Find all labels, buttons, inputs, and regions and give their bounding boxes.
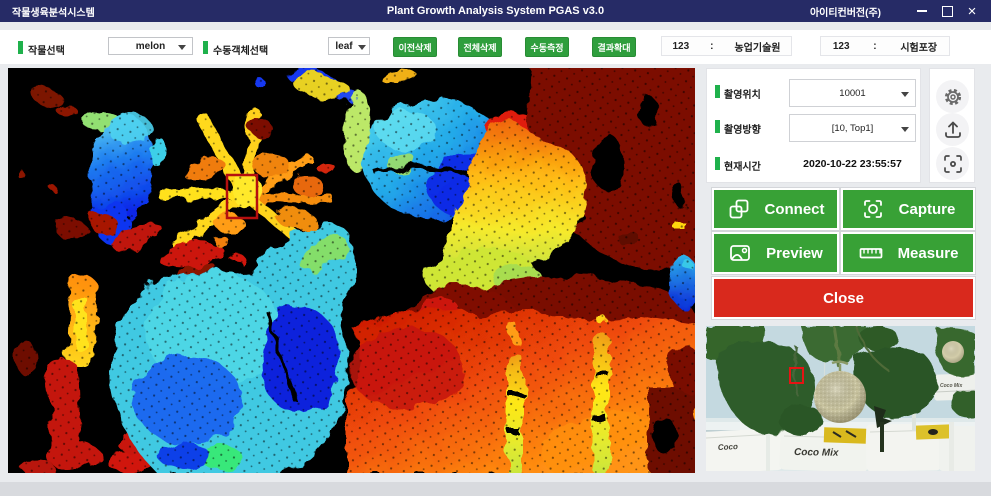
position-label: 촬영위치 [724, 86, 761, 101]
preview-label: Preview [766, 245, 823, 262]
upload-icon [942, 119, 964, 141]
bag-text-center: Coco Mix [794, 447, 839, 459]
titlebar: 작물생육분석시스템 Plant Growth Analysis System P… [0, 0, 991, 22]
focus-center-button[interactable] [936, 147, 969, 180]
upload-button[interactable] [936, 113, 969, 146]
site-code: 123 [833, 41, 850, 52]
maximize-button[interactable] [936, 0, 958, 22]
chevron-down-icon [358, 45, 366, 50]
delete-all-button[interactable]: 전체삭제 [458, 37, 502, 57]
position-dropdown[interactable]: 10001 [789, 79, 916, 107]
crop-select-dropdown[interactable]: melon [108, 37, 193, 55]
toolbar: 작물선택 melon 수동객체선택 leaf 이전삭제 전체삭제 수동측정 결과… [0, 30, 991, 64]
measure-button[interactable]: Measure [841, 232, 975, 274]
green-indicator [715, 85, 720, 98]
chevron-down-icon [178, 45, 186, 50]
connect-label: Connect [765, 201, 825, 218]
capture-settings-panel: 촬영위치 10001 촬영방향 [10, Top1] 현재시간 2020-10-… [706, 68, 921, 183]
direction-value: [10, Top1] [832, 123, 874, 134]
close-window-button[interactable]: × [961, 0, 983, 22]
bag-text-right: Coco Mix [940, 383, 962, 389]
connect-icon [727, 197, 751, 221]
delete-previous-button[interactable]: 이전삭제 [393, 37, 437, 57]
settings-button[interactable] [936, 80, 969, 113]
ruler-icon [858, 241, 884, 265]
measure-label: Measure [898, 245, 959, 262]
crop-select-value: melon [136, 41, 165, 52]
green-indicator [18, 41, 23, 54]
focus-center-icon [942, 153, 964, 175]
app-window: 작물생육분석시스템 Plant Growth Analysis System P… [0, 0, 991, 496]
manual-measure-button[interactable]: 수동측정 [525, 37, 569, 57]
site-separator: : [873, 41, 876, 52]
chevron-down-icon [901, 127, 909, 132]
close-label: Close [823, 290, 864, 307]
close-icon: × [968, 4, 977, 19]
gear-icon [942, 86, 964, 108]
connect-button[interactable]: Connect [712, 188, 839, 230]
object-select-value: leaf [335, 41, 352, 52]
green-indicator [203, 41, 208, 54]
capture-icon [861, 197, 885, 221]
capture-button[interactable]: Capture [841, 188, 975, 230]
site-code-box: 123 : 시험포장 [820, 36, 950, 56]
org-code: 123 [672, 41, 689, 52]
green-indicator [715, 120, 720, 133]
minimize-button[interactable] [911, 0, 933, 22]
object-select-label: 수동객체선택 [213, 42, 268, 57]
tool-icon-panel [929, 68, 975, 183]
maximize-icon [942, 6, 953, 17]
depth-map-image[interactable] [8, 68, 695, 473]
green-indicator [715, 157, 720, 170]
capture-label: Capture [899, 201, 956, 218]
object-select-dropdown[interactable]: leaf [328, 37, 370, 55]
time-label: 현재시간 [724, 158, 761, 173]
zoom-result-button[interactable]: 결과확대 [592, 37, 636, 57]
minimize-icon [917, 10, 927, 12]
preview-icon [728, 241, 752, 265]
crop-select-label: 작물선택 [28, 42, 65, 57]
bag-text-left: Coco [718, 442, 739, 452]
org-separator: : [710, 41, 713, 52]
org-name: 농업기술원 [734, 39, 780, 54]
chevron-down-icon [901, 92, 909, 97]
direction-dropdown[interactable]: [10, Top1] [789, 114, 916, 142]
preview-button[interactable]: Preview [712, 232, 839, 274]
position-value: 10001 [839, 88, 865, 99]
current-time-value: 2020-10-22 23:55:57 [789, 158, 916, 170]
direction-label: 촬영방향 [724, 121, 761, 136]
org-code-box: 123 : 농업기술원 [661, 36, 792, 56]
company-name: 아이티컨버전(주) [810, 4, 881, 19]
close-button[interactable]: Close [712, 277, 975, 319]
site-name: 시험포장 [900, 39, 937, 54]
reference-photo: Coco Coco Mix Coco Mix [706, 326, 975, 471]
bottom-strip [0, 482, 991, 496]
